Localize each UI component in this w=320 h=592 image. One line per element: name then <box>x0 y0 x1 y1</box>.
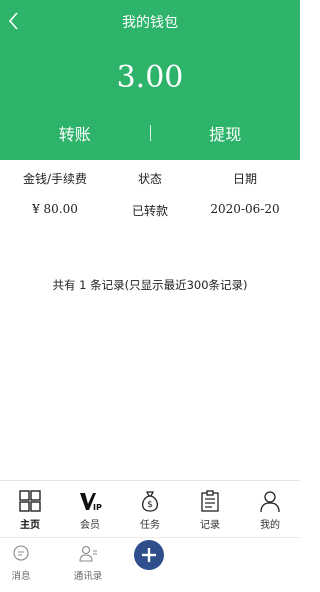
row-amount: ¥ 80.00 <box>32 202 78 216</box>
add-button[interactable] <box>134 540 164 570</box>
svg-text:IP: IP <box>93 503 102 512</box>
bottom-tab-bar: 主页 IP 会员 $ 任务 记录 我的 <box>0 480 300 537</box>
tab-vip[interactable]: IP 会员 <box>60 481 120 537</box>
vip-icon: IP <box>80 493 102 512</box>
grid-icon <box>19 490 41 512</box>
chat-bubble-icon <box>13 545 29 561</box>
transfer-button[interactable]: 转账 <box>0 121 150 145</box>
balance-amount: 3.00 <box>116 60 184 95</box>
plus-icon <box>142 548 156 562</box>
column-header-amount: 金钱/手续费 <box>22 172 88 186</box>
tab-mine[interactable]: 我的 <box>240 481 300 537</box>
records-table-header: 金钱/手续费 状态 日期 <box>0 170 300 187</box>
tab-tasks-label: 任务 <box>140 520 160 531</box>
tab-vip-label: 会员 <box>80 520 100 531</box>
tab-home[interactable]: 主页 <box>0 481 60 537</box>
clipboard-icon <box>201 490 219 512</box>
row-date: 2020-06-20 <box>210 202 280 216</box>
contacts-label: 通讯录 <box>73 571 103 582</box>
person-icon <box>260 491 280 513</box>
withdraw-button[interactable]: 提现 <box>151 121 301 145</box>
money-bag-icon: $ <box>142 491 158 512</box>
messages-button[interactable]: 消息 <box>0 544 51 582</box>
page-title: 我的钱包 <box>122 15 178 31</box>
tab-mine-label: 我的 <box>260 520 280 531</box>
records-summary: 共有 1 条记录(只显示最近300条记录) <box>52 278 248 292</box>
wallet-actions: 转账 提现 <box>0 118 300 148</box>
tab-records-label: 记录 <box>200 520 220 531</box>
column-header-date: 日期 <box>232 172 257 186</box>
contacts-button[interactable]: 通讯录 <box>58 544 118 582</box>
tab-home-label: 主页 <box>20 520 40 531</box>
tab-tasks[interactable]: $ 任务 <box>120 481 180 537</box>
column-header-status: 状态 <box>137 172 162 186</box>
row-status: 已转款 <box>131 204 168 218</box>
wallet-header: 我的钱包 3.00 转账 提现 <box>0 0 300 160</box>
messages-label: 消息 <box>11 571 31 582</box>
tab-records[interactable]: 记录 <box>180 481 240 537</box>
svg-text:$: $ <box>147 500 153 510</box>
contacts-icon <box>79 545 97 562</box>
table-row: ¥ 80.00 已转款 2020-06-20 <box>0 202 300 219</box>
